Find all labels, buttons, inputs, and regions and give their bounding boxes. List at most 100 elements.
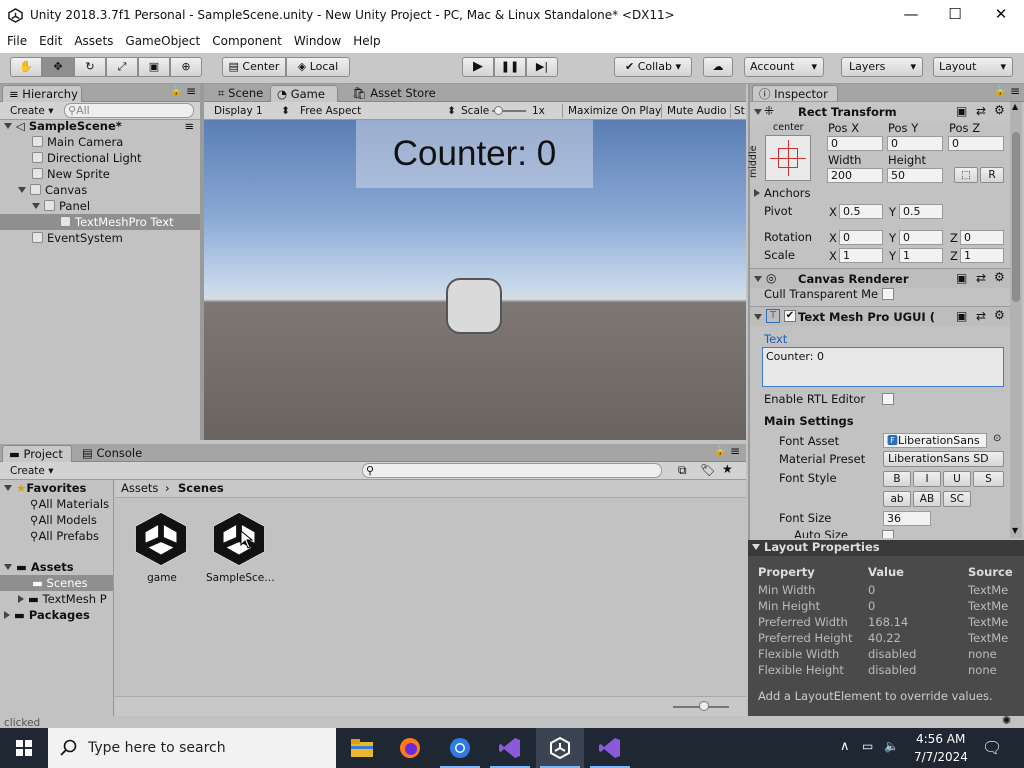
taskbar-chrome[interactable] (436, 728, 484, 768)
pivot-center-button[interactable]: ▤ Center (222, 57, 286, 77)
assets-node[interactable]: ▬ Assets (4, 559, 74, 575)
style-smallcaps-button[interactable]: SC (943, 491, 971, 507)
gear-icon[interactable]: ⚙ (994, 270, 1005, 284)
stats-toggle[interactable]: St (730, 104, 745, 118)
scroll-down-icon[interactable]: ▼ (1012, 526, 1018, 535)
asset-game[interactable]: game (132, 510, 192, 584)
pos-y-field[interactable]: 0 (887, 136, 943, 151)
mute-audio-toggle[interactable]: Mute Audio (661, 104, 726, 118)
canvas-renderer-header[interactable]: ◎ Canvas Renderer ▣ ⇄ ⚙ (750, 268, 1010, 288)
taskbar-visual-studio[interactable] (486, 728, 534, 768)
hierarchy-item-new-sprite[interactable]: New Sprite (32, 166, 110, 182)
clock-date[interactable]: 7/7/2024 (914, 750, 968, 764)
breadcrumb-scenes[interactable]: Scenes (178, 481, 224, 495)
project-search-input[interactable]: ⚲ (362, 463, 662, 478)
folder-textmesh-pro[interactable]: ▬ TextMesh P (18, 591, 107, 607)
pos-z-field[interactable]: 0 (948, 136, 1004, 151)
rect-tool-button[interactable]: ▣ (138, 57, 170, 77)
menu-edit[interactable]: Edit (32, 31, 67, 48)
project-create-dropdown[interactable]: Create ▾ (10, 464, 54, 478)
taskbar-visual-studio-2[interactable] (586, 728, 634, 768)
width-field[interactable]: 200 (827, 168, 883, 183)
tab-scene[interactable]: ⌗ Scene (212, 85, 272, 102)
hierarchy-item-textmeshpro-text[interactable]: TextMeshPro Text (0, 214, 200, 230)
start-button[interactable] (0, 728, 48, 768)
folder-scenes[interactable]: ▬ Scenes (0, 575, 113, 591)
lock-icon[interactable]: 🔒 (170, 86, 182, 97)
font-asset-field[interactable]: 🅵LiberationSans (883, 433, 987, 448)
lock-icon[interactable]: 🔒 (714, 446, 726, 457)
style-lowercase-button[interactable]: ab (883, 491, 911, 507)
pause-button[interactable]: ❚❚ (494, 57, 526, 77)
hierarchy-item-main-camera[interactable]: Main Camera (32, 134, 123, 150)
taskbar-firefox[interactable] (386, 728, 434, 768)
rotation-y-field[interactable]: 0 (899, 230, 943, 245)
scale-x-field[interactable]: 1 (839, 248, 883, 263)
style-underline-button[interactable]: U (943, 471, 971, 487)
hierarchy-item-panel[interactable]: Panel (32, 198, 90, 214)
scene-root[interactable]: ◁ SampleScene* ≡ (4, 118, 200, 134)
style-bold-button[interactable]: B (883, 471, 911, 487)
move-tool-button[interactable]: ✥ (42, 57, 74, 77)
display-dropdown[interactable]: Display 1 ⬍ (214, 104, 290, 118)
menu-assets[interactable]: Assets (67, 31, 118, 48)
clock-time[interactable]: 4:56 AM (916, 732, 965, 746)
menu-window[interactable]: Window (287, 31, 346, 48)
anchor-preset-button[interactable] (765, 135, 811, 181)
pos-x-field[interactable]: 0 (827, 136, 883, 151)
pivot-x-field[interactable]: 0.5 (839, 204, 883, 219)
tab-console[interactable]: ▤ Console (76, 445, 156, 462)
style-strikethrough-button[interactable]: S (973, 471, 1004, 487)
hierarchy-search-input[interactable]: ⚲All (64, 103, 194, 118)
tab-inspector[interactable]: ⓘ Inspector (752, 85, 838, 102)
collab-button[interactable]: ✔ Collab ▾ (614, 57, 692, 77)
network-icon[interactable]: ▭ (862, 739, 873, 753)
pivot-y-field[interactable]: 0.5 (899, 204, 943, 219)
rotation-z-field[interactable]: 0 (960, 230, 1004, 245)
packages-node[interactable]: ▬ Packages (4, 607, 90, 623)
style-uppercase-button[interactable]: AB (913, 491, 941, 507)
scroll-up-icon[interactable]: ▲ (1012, 102, 1018, 111)
tab-asset-store[interactable]: 🛍 Asset Store (346, 85, 446, 102)
minimize-button[interactable]: — (888, 5, 934, 27)
step-button[interactable]: ▶| (526, 57, 558, 77)
gear-icon[interactable]: ⚙ (994, 308, 1005, 322)
icon-size-slider-thumb[interactable] (699, 701, 709, 711)
rotation-x-field[interactable]: 0 (839, 230, 883, 245)
transform-tool-button[interactable]: ⊕ (170, 57, 202, 77)
favorite-all-models[interactable]: ⚲All Models (30, 512, 97, 528)
maximize-on-play-toggle[interactable]: Maximize On Play (562, 104, 661, 118)
collapse-arrow-icon[interactable] (754, 109, 762, 115)
layout-dropdown[interactable]: Layout ▾ (933, 57, 1013, 77)
volume-muted-icon[interactable]: 🔈 (884, 739, 899, 753)
height-field[interactable]: 50 (887, 168, 943, 183)
inspector-scroll-thumb[interactable] (1012, 132, 1020, 302)
cloud-button[interactable]: ☁ (703, 57, 733, 77)
menu-gameobject[interactable]: GameObject (118, 31, 205, 48)
maximize-button[interactable]: ☐ (932, 5, 978, 27)
preset-icon[interactable]: ⇄ (976, 271, 986, 285)
style-italic-button[interactable]: I (913, 471, 941, 487)
raw-edit-button[interactable]: R (980, 167, 1004, 183)
blueprint-mode-button[interactable]: ⬚ (954, 167, 978, 183)
play-button[interactable]: ▶ (462, 57, 494, 77)
scene-menu-icon[interactable]: ≡ (184, 118, 194, 134)
text-input-area[interactable]: Counter: 0 (762, 347, 1004, 387)
gear-icon[interactable]: ⚙ (994, 103, 1005, 117)
font-size-field[interactable]: 36 (883, 511, 931, 526)
rect-transform-header[interactable]: ⁜ Rect Transform ▣ ⇄ ⚙ (750, 101, 1010, 121)
anchors-foldout[interactable]: Anchors (754, 186, 811, 200)
taskbar-unity[interactable] (536, 728, 584, 768)
auto-size-checkbox[interactable] (882, 530, 894, 538)
menu-file[interactable]: File (0, 31, 32, 48)
collapse-arrow-icon[interactable] (754, 276, 762, 282)
taskbar-search-box[interactable]: Type here to search (48, 728, 336, 768)
menu-help[interactable]: Help (346, 31, 385, 48)
hierarchy-item-eventsystem[interactable]: EventSystem (32, 230, 123, 246)
component-enabled-checkbox[interactable]: ✔ (784, 310, 796, 322)
scale-z-field[interactable]: 1 (960, 248, 1004, 263)
expand-arrow-icon[interactable] (18, 187, 26, 193)
tab-project[interactable]: ▬ Project (2, 445, 72, 462)
favorite-star-icon[interactable]: ★ (722, 462, 733, 476)
hierarchy-item-directional-light[interactable]: Directional Light (32, 150, 142, 166)
